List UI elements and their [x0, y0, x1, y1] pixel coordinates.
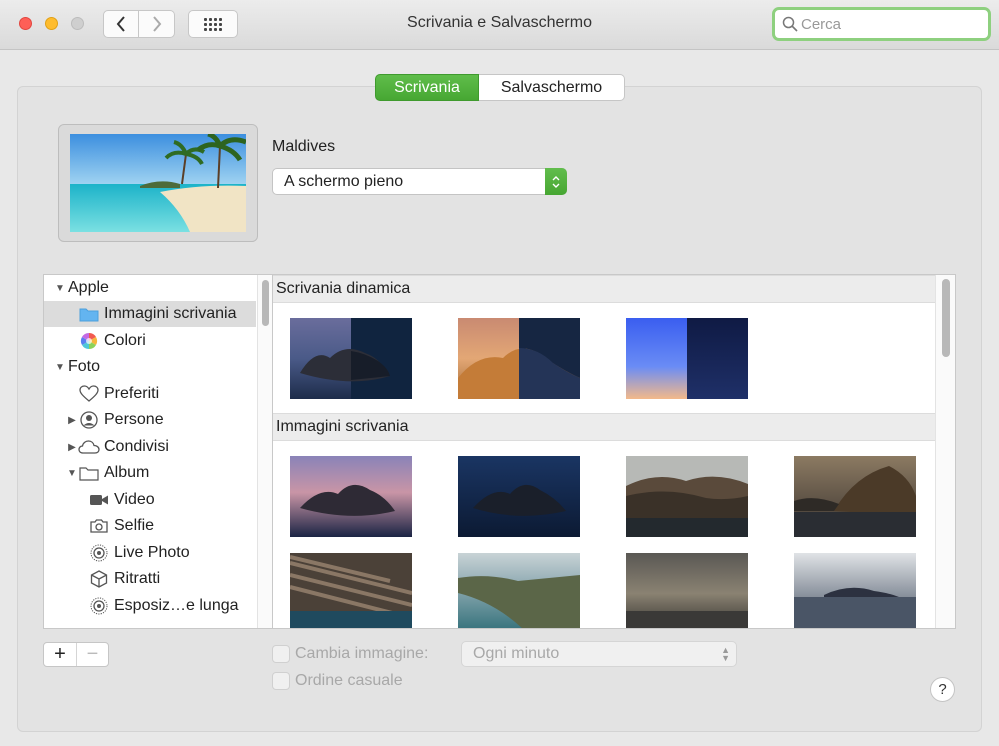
folder-icon [78, 463, 100, 483]
wallpaper-thumbnail[interactable] [626, 318, 748, 399]
add-remove-control: + − [43, 642, 109, 667]
tab-bar: Scrivania Salvaschermo [375, 74, 625, 101]
cloud-icon [78, 437, 100, 457]
search-icon [782, 16, 798, 32]
sidebar-item-foto[interactable]: ▼ Foto [44, 354, 256, 380]
sidebar-item-immagini-scrivania[interactable]: Immagini scrivania [44, 301, 256, 327]
wallpaper-thumbnail[interactable] [794, 553, 916, 628]
sidebar-scroll-thumb[interactable] [262, 280, 269, 326]
select-stepper-icon [545, 168, 567, 195]
tab-salvaschermo[interactable]: Salvaschermo [479, 74, 625, 101]
search-field[interactable]: Cerca [772, 7, 991, 41]
wallpaper-thumbnail[interactable] [290, 553, 412, 628]
disclosure-open-icon[interactable]: ▼ [54, 362, 66, 373]
title-bar: Scrivania e Salvaschermo Cerca [0, 0, 999, 50]
person-icon [78, 410, 100, 430]
video-camera-icon [88, 490, 110, 510]
live-photo-icon [88, 543, 110, 563]
sidebar-item-selfie[interactable]: Selfie [44, 513, 256, 539]
wallpaper-thumbnail[interactable] [626, 456, 748, 537]
select-stepper-icon: ▲ ▼ [721, 645, 730, 663]
wallpaper-browser: Scrivania dinamica Immagini scrivania [272, 274, 956, 629]
disclosure-open-icon[interactable]: ▼ [54, 283, 66, 294]
color-wheel-icon [78, 331, 100, 351]
disclosure-open-icon[interactable]: ▼ [66, 468, 78, 479]
sidebar-item-live-photo[interactable]: Live Photo [44, 540, 256, 566]
heart-icon [78, 384, 100, 404]
cube-icon [88, 569, 110, 589]
sidebar-item-ritratti[interactable]: Ritratti [44, 566, 256, 592]
sidebar-item-esposizione-lunga[interactable]: Esposiz…e lunga [44, 593, 256, 619]
help-button[interactable]: ? [930, 677, 955, 702]
random-order-checkbox[interactable]: Ordine casuale [272, 672, 403, 690]
remove-folder-button[interactable]: − [75, 643, 108, 666]
folder-icon [78, 304, 100, 324]
wallpaper-thumbnail[interactable] [626, 553, 748, 628]
sidebar-item-persone[interactable]: ▶ Persone [44, 407, 256, 433]
sidebar-item-album[interactable]: ▼ Album [44, 460, 256, 486]
fit-option-select[interactable]: A schermo pieno [272, 168, 567, 195]
selfie-camera-icon [88, 516, 110, 536]
sidebar-scrollbar[interactable] [257, 275, 272, 628]
change-image-checkbox[interactable]: Cambia immagine: [272, 645, 428, 663]
current-wallpaper-preview [58, 124, 258, 242]
disclosure-closed-icon[interactable]: ▶ [66, 442, 78, 453]
wallpaper-thumbnail[interactable] [458, 318, 580, 399]
disclosure-closed-icon[interactable]: ▶ [66, 415, 78, 426]
interval-select[interactable]: Ogni minuto ▲ ▼ [461, 641, 737, 667]
wallpaper-thumbnail[interactable] [458, 456, 580, 537]
wallpaper-thumbnail[interactable] [290, 318, 412, 399]
section-header-desktop-pictures: Immagini scrivania [273, 413, 935, 441]
search-placeholder: Cerca [801, 15, 842, 33]
source-list: ▼ Apple Immagini scrivania Colori ▼ Foto [43, 274, 273, 629]
interval-value: Ogni minuto [473, 645, 560, 662]
sidebar-item-video[interactable]: Video [44, 487, 256, 513]
add-folder-button[interactable]: + [44, 643, 76, 666]
section-header-dynamic: Scrivania dinamica [273, 275, 935, 303]
wallpaper-thumbnail[interactable] [290, 456, 412, 537]
change-image-label: Cambia immagine: [295, 645, 429, 662]
wallpaper-thumbnail[interactable] [458, 553, 580, 628]
sidebar-item-condivisi[interactable]: ▶ Condivisi [44, 434, 256, 460]
wallpaper-name: Maldives [272, 138, 336, 155]
wallpaper-thumbnail[interactable] [794, 456, 916, 537]
tab-scrivania[interactable]: Scrivania [375, 74, 479, 101]
content-scroll-thumb[interactable] [942, 279, 950, 357]
random-order-label: Ordine casuale [295, 672, 403, 689]
maldives-beach-image [70, 134, 246, 232]
sidebar-item-colori[interactable]: Colori [44, 328, 256, 354]
sidebar-item-apple[interactable]: ▼ Apple [44, 275, 256, 301]
fit-option-value: A schermo pieno [284, 172, 404, 190]
content-scrollbar[interactable] [935, 275, 955, 628]
sidebar-item-preferiti[interactable]: Preferiti [44, 381, 256, 407]
live-photo-icon [88, 596, 110, 616]
